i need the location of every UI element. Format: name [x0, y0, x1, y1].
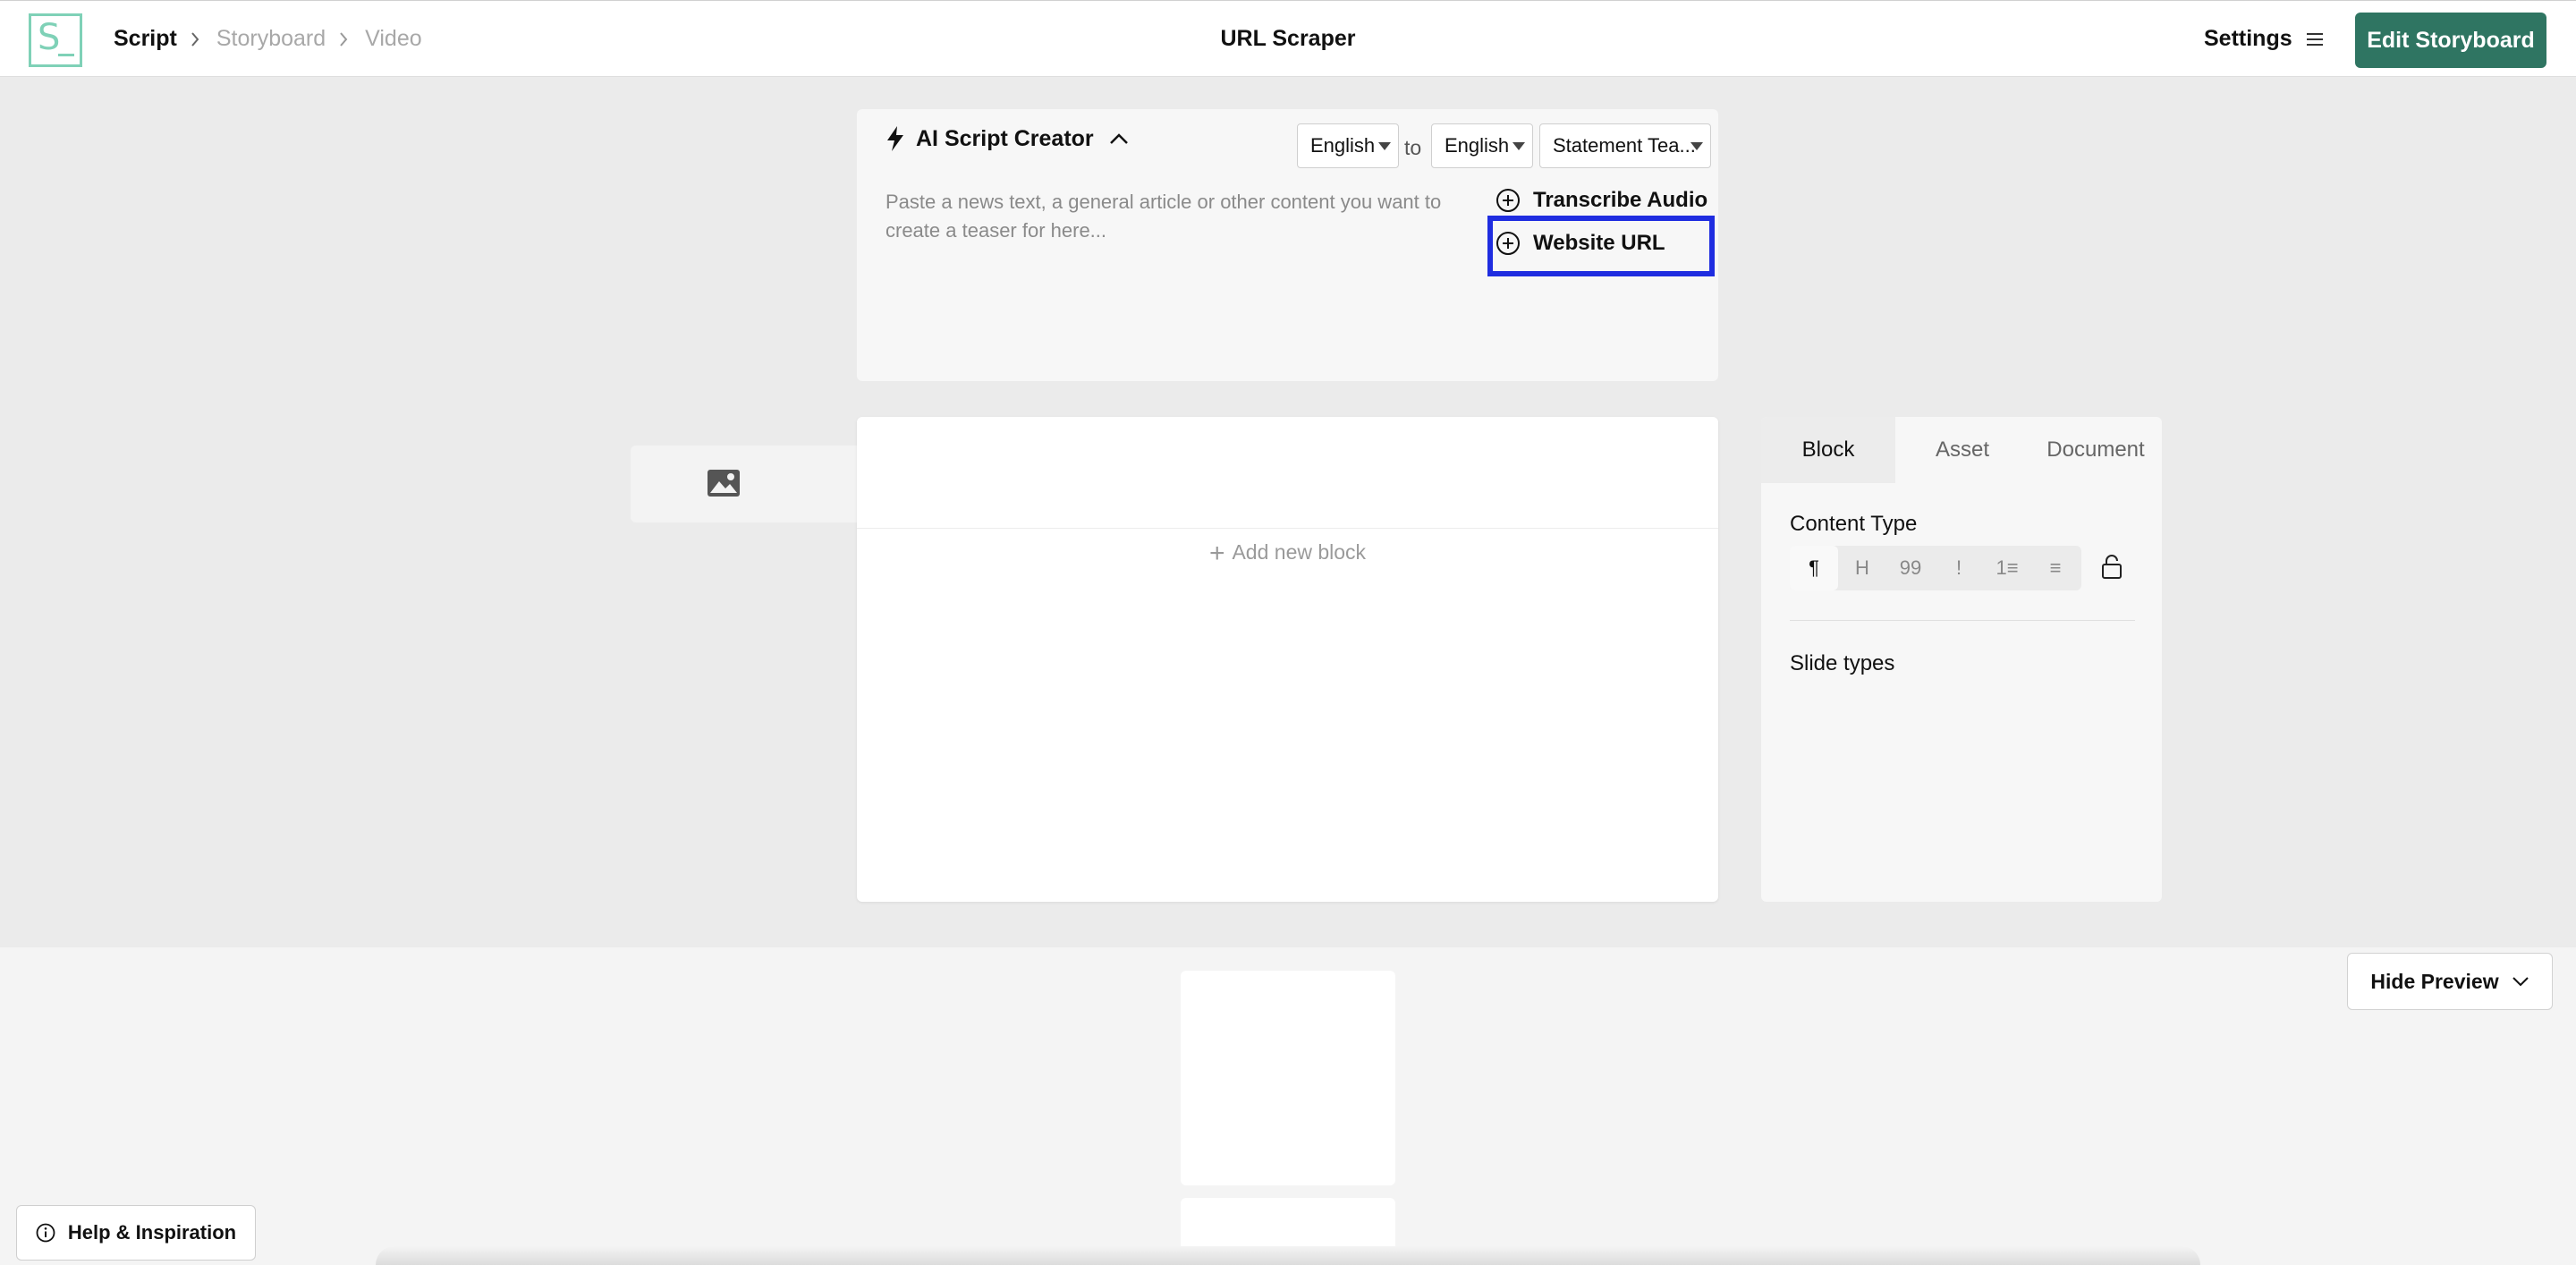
lightning-icon [886, 125, 905, 152]
caret-down-icon [1690, 142, 1703, 150]
tab-asset[interactable]: Asset [1895, 417, 2029, 483]
properties-panel: Block Asset Document Content Type ¶ H 99… [1761, 417, 2162, 902]
unlock-icon[interactable] [2101, 555, 2123, 580]
source-language-select[interactable]: English [1297, 123, 1399, 168]
info-icon [36, 1223, 55, 1243]
logo-underscore [58, 54, 74, 56]
plus-circle-icon [1496, 188, 1521, 213]
chevron-right-icon [190, 31, 200, 47]
settings-label: Settings [2204, 26, 2292, 51]
heading-type-button[interactable]: H [1838, 546, 1886, 590]
edit-storyboard-button[interactable]: Edit Storyboard [2355, 13, 2546, 68]
breadcrumb-script[interactable]: Script [114, 26, 177, 52]
style-value: Statement Tea... [1553, 134, 1696, 157]
preview-slide-thumbnail[interactable] [1181, 971, 1395, 1185]
paragraph-type-button[interactable]: ¶ [1790, 546, 1838, 590]
source-language-value: English [1310, 134, 1376, 157]
breadcrumb-video[interactable]: Video [365, 26, 422, 52]
settings-button[interactable]: Settings [2204, 26, 2325, 52]
image-icon[interactable] [706, 465, 741, 501]
panel-divider [1790, 620, 2135, 621]
transcribe-audio-label: Transcribe Audio [1533, 188, 1708, 212]
preview-slide-thumbnail[interactable] [1181, 1198, 1395, 1252]
ai-content-input[interactable]: Paste a news text, a general article or … [886, 188, 1476, 245]
help-inspiration-label: Help & Inspiration [67, 1221, 237, 1244]
menu-icon [2305, 31, 2325, 47]
content-type-label: Content Type [1790, 512, 1918, 536]
ordered-list-type-button[interactable]: 1≡ [1983, 546, 2031, 590]
ai-script-creator-header[interactable]: AI Script Creator [886, 125, 1130, 152]
hide-preview-button[interactable]: Hide Preview [2347, 953, 2553, 1010]
caret-down-icon [1378, 142, 1391, 150]
chevron-up-icon[interactable] [1108, 132, 1130, 146]
website-url-highlight [1487, 216, 1715, 276]
add-new-block-label: Add new block [1232, 540, 1367, 564]
page-title: URL Scraper [1220, 26, 1356, 51]
hide-preview-label: Hide Preview [2370, 969, 2499, 993]
block-divider [857, 528, 1718, 529]
target-language-value: English [1445, 134, 1510, 157]
highlight-type-button[interactable]: ! [1935, 546, 1983, 590]
preview-timeline-shade [376, 1246, 2200, 1265]
script-editor[interactable]: + Add new block [857, 417, 1718, 902]
bullet-list-type-button[interactable]: ≡ [2031, 546, 2080, 590]
app-logo[interactable]: S [29, 13, 82, 67]
slide-types-label: Slide types [1790, 651, 1895, 675]
style-select[interactable]: Statement Tea... [1539, 123, 1711, 168]
add-new-block-button[interactable]: + Add new block [857, 539, 1718, 568]
plus-icon: + [1208, 539, 1225, 568]
content-type-toolbar: ¶ H 99 ! 1≡ ≡ [1790, 546, 2081, 590]
preview-area: Hide Preview [0, 947, 2576, 1265]
ai-script-creator-title: AI Script Creator [916, 125, 1094, 151]
transcribe-audio-option[interactable]: Transcribe Audio [1496, 188, 1707, 213]
help-inspiration-button[interactable]: Help & Inspiration [16, 1205, 256, 1261]
caret-down-icon [1513, 142, 1525, 150]
target-language-select[interactable]: English [1431, 123, 1533, 168]
tab-document[interactable]: Document [2029, 417, 2162, 483]
chevron-down-icon [2512, 975, 2529, 988]
top-bar: S Script Storyboard Video URL Scraper Se… [0, 0, 2576, 77]
breadcrumb-storyboard[interactable]: Storyboard [216, 26, 326, 52]
tab-block[interactable]: Block [1761, 417, 1895, 483]
logo-letter: S [38, 17, 61, 58]
panel-tabs: Block Asset Document [1761, 417, 2162, 483]
breadcrumb: Script Storyboard Video [114, 26, 422, 52]
to-label: to [1404, 136, 1422, 159]
quote-type-button[interactable]: 99 [1886, 546, 1935, 590]
chevron-right-icon [338, 31, 349, 47]
